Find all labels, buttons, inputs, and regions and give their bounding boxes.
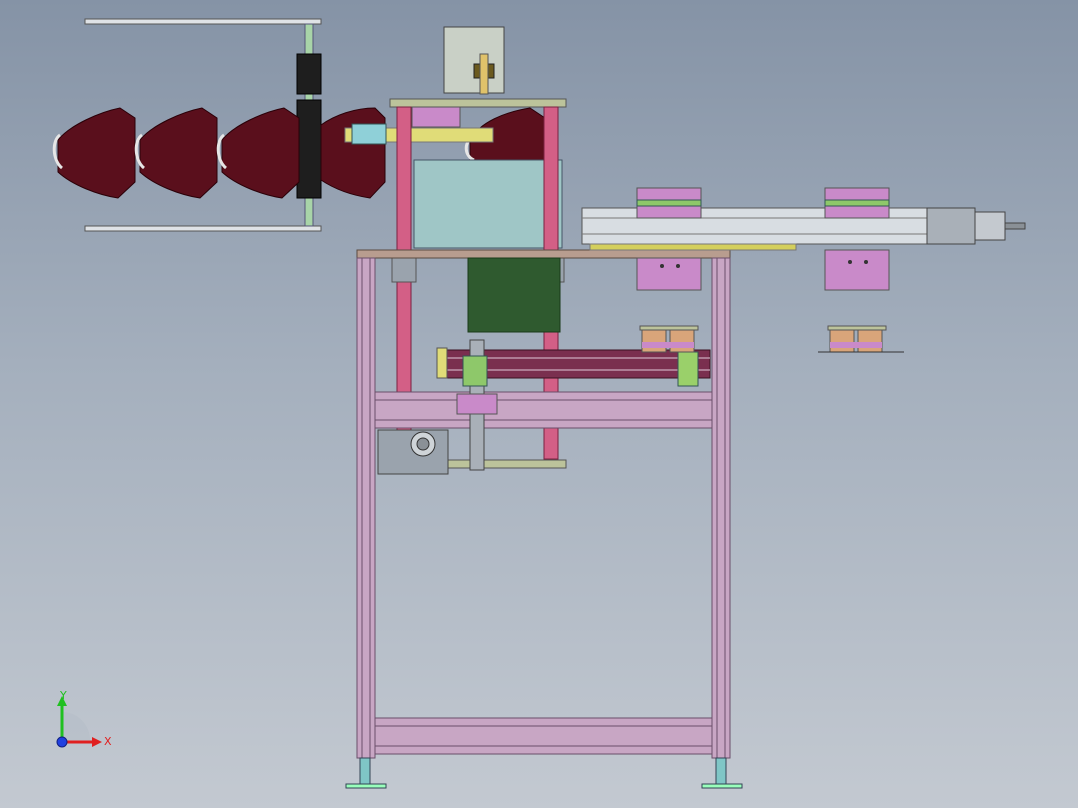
foot-right <box>715 757 727 787</box>
drive-shaft <box>479 53 489 95</box>
x-axis-label: X <box>104 735 112 748</box>
motor-end-cap <box>974 211 1006 241</box>
motor-housing <box>443 26 505 94</box>
axis-triad-icon: Y X <box>56 689 112 748</box>
cylinder-green-mount <box>462 355 488 387</box>
conveyor-end-cap <box>436 347 448 379</box>
foot-pad-right <box>701 783 743 789</box>
suction-cup-set-right <box>818 325 904 353</box>
cad-viewport[interactable]: Y X <box>0 0 1078 808</box>
mask-item <box>134 107 218 199</box>
cyan-process-box <box>413 159 563 249</box>
mask-item <box>320 107 386 199</box>
linear-module-motor <box>926 207 976 245</box>
frame-top-plate <box>356 249 731 259</box>
frame-right-post <box>711 257 731 759</box>
mask-item <box>52 107 136 199</box>
foot-pad-left <box>345 783 387 789</box>
y-axis-label: Y <box>59 689 67 702</box>
dark-green-box <box>467 257 561 333</box>
z-axis-dot <box>56 736 68 748</box>
linear-module[interactable] <box>581 187 1026 353</box>
conveyor-green-block <box>677 351 699 387</box>
suction-cup-set-left <box>639 325 699 353</box>
machine-assembly-drawing[interactable]: Y X <box>0 0 1078 808</box>
frame-bottom-crossbar <box>374 717 713 755</box>
motor-shaft <box>1004 222 1026 230</box>
mask-item <box>216 107 300 199</box>
frame-middle-crossbar <box>374 391 713 429</box>
frame-left-post <box>356 257 376 759</box>
rack-bottom-rail <box>84 225 322 232</box>
shaft-roller-upper <box>296 53 322 95</box>
module-base-strip <box>589 243 797 251</box>
clamp-cyan-grip <box>351 123 387 145</box>
top-plate-magenta-block <box>411 106 461 128</box>
shaft-roller-lower <box>296 99 322 199</box>
cylinder-magenta-seat <box>456 393 498 415</box>
rack-top-rail <box>84 18 322 25</box>
foot-left <box>359 757 371 787</box>
top-plate <box>389 98 567 108</box>
bushing <box>391 257 417 283</box>
